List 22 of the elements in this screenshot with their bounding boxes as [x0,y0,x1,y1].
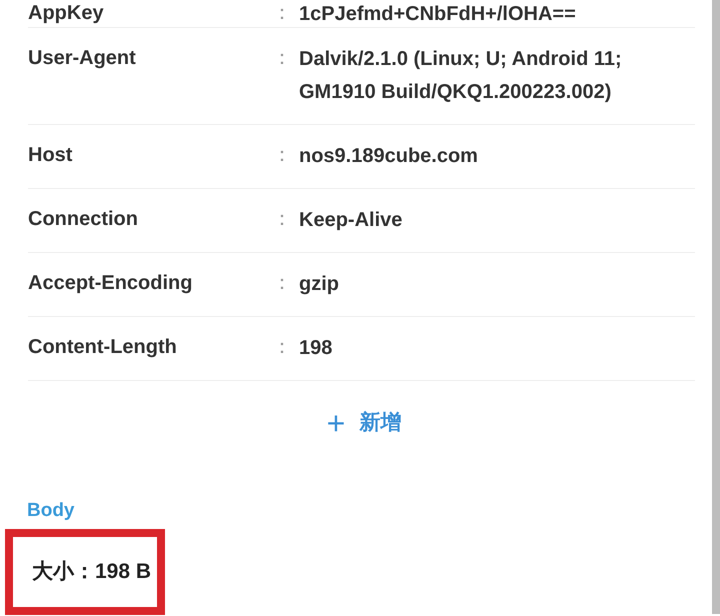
header-value: gzip [299,272,340,297]
header-name: Content-Length [28,335,178,360]
body-size: 大小：198 B [32,558,152,585]
header-value: nos9.189cube.com [299,144,479,169]
header-value: Dalvik/2.1.0 (Linux; U; Android 11; GM1910 Build/QKQ1.200223.002) [299,47,623,105]
colon: ： [272,46,293,71]
colon: ： [272,271,293,296]
header-value: Keep-Alive [299,208,404,233]
colon: ： [272,1,293,26]
colon: ： [272,207,293,232]
add-button[interactable]: + 新增 [318,403,410,442]
colon: ： [272,335,293,360]
plus-icon: + [326,408,346,438]
header-name: Connection [28,207,139,232]
colon: ： [272,143,293,168]
header-value: 1cPJefmd+CNbFdH+/lOHA== [299,2,577,27]
section-title: Body [27,500,74,520]
header-name: Accept-Encoding [28,271,194,296]
header-name: Host [28,143,74,168]
header-name: AppKey [28,1,105,26]
header-value: 198 [299,336,334,361]
header-name: User-Agent [28,46,137,71]
